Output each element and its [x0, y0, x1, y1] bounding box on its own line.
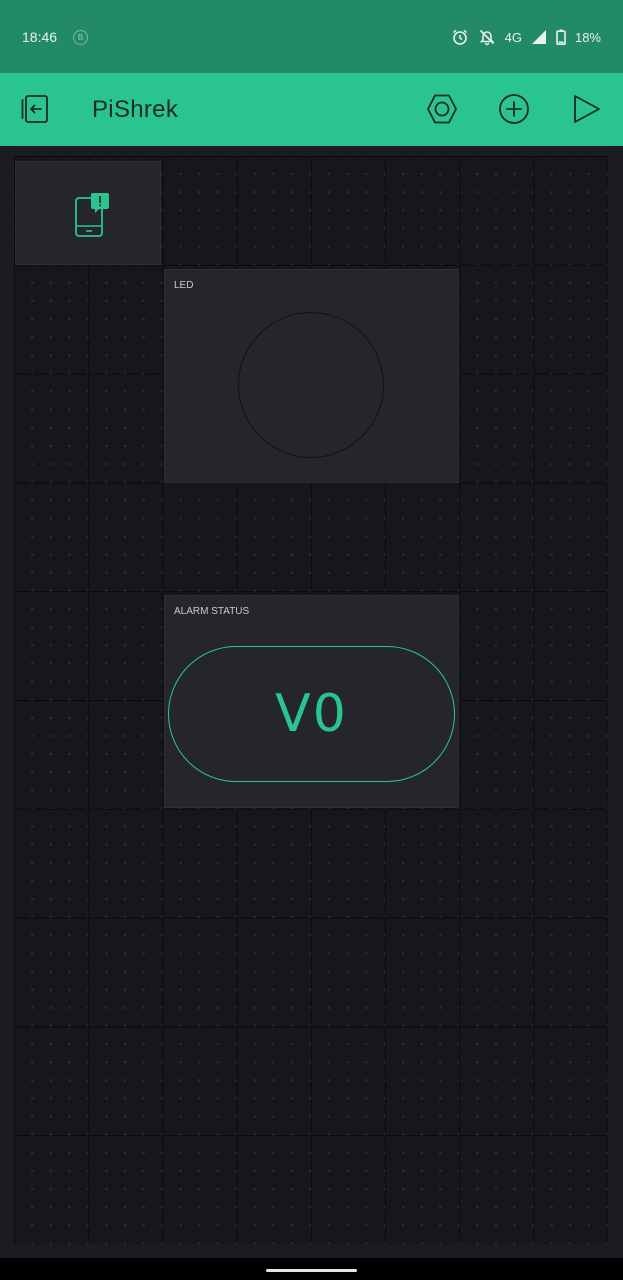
battery-percent: 18% [574, 29, 601, 45]
system-nav-bar [0, 1258, 623, 1280]
home-indicator[interactable] [266, 1269, 357, 1272]
led-label: LED [174, 280, 194, 291]
status-bar: 18:46 B 4G 18% [0, 0, 623, 73]
alarm-icon [451, 28, 469, 46]
status-icons: 4G 18% [451, 26, 601, 48]
alarm-status-widget[interactable]: ALARM STATUS V0 [164, 595, 459, 808]
add-widget-icon[interactable] [496, 91, 532, 127]
settings-hex-icon[interactable] [424, 91, 460, 127]
project-title: PiShrek [92, 96, 179, 123]
alarm-status-button[interactable]: V0 [168, 646, 455, 782]
alarm-status-value: V0 [275, 684, 348, 744]
app-bar: PiShrek [0, 73, 623, 146]
notifications-off-icon [478, 28, 496, 46]
battery-icon [556, 29, 566, 45]
play-icon[interactable] [568, 91, 604, 127]
notification-badge-icon: B [73, 30, 88, 45]
alarm-status-label: ALARM STATUS [174, 606, 250, 617]
signal-icon [531, 29, 547, 45]
notification-widget[interactable] [15, 161, 161, 265]
network-type: 4G [504, 29, 522, 45]
led-indicator [238, 312, 384, 458]
exit-project-icon[interactable] [18, 91, 54, 127]
phone-notification-icon [74, 192, 110, 243]
led-widget[interactable]: LED [164, 269, 459, 483]
status-time: 18:46 [22, 29, 58, 45]
app-screen: 18:46 B 4G 18% PiShrek LED ALARM STATUS … [0, 0, 623, 1280]
